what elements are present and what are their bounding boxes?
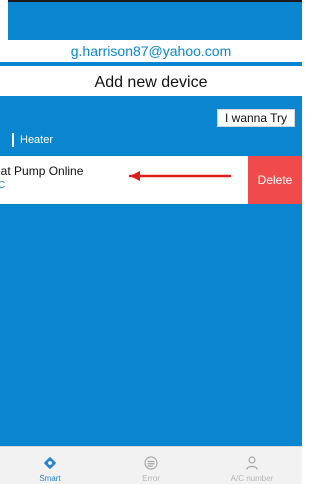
- device-title: eat Pump Online: [0, 164, 84, 178]
- add-device-label[interactable]: Add new device: [0, 73, 302, 93]
- tab-error[interactable]: Error: [101, 447, 201, 484]
- left-arrow-icon: [128, 171, 232, 181]
- bottom-navigation: Smart Error A/C number: [0, 446, 302, 484]
- delete-button[interactable]: Delete: [248, 156, 302, 204]
- top-bar: [0, 0, 302, 40]
- tab-error-label: Error: [142, 474, 160, 483]
- device-list-screen: g.harrison87@yahoo.com Add new device I …: [0, 0, 302, 484]
- group-label: Heater: [20, 134, 54, 146]
- group-indicator: [12, 133, 14, 147]
- smart-icon: [44, 457, 56, 469]
- email-address: g.harrison87@yahoo.com: [70, 43, 232, 59]
- error-icon: [144, 456, 158, 470]
- device-subtitle: °C: [0, 180, 6, 191]
- tab-account[interactable]: A/C number: [202, 447, 302, 484]
- tab-smart-label: Smart: [39, 474, 61, 483]
- tab-account-label: A/C number: [230, 474, 274, 483]
- top-left-marker: [0, 0, 8, 40]
- group-header: Heater: [12, 132, 53, 148]
- account-icon: [246, 456, 258, 470]
- tab-smart[interactable]: Smart: [0, 447, 100, 484]
- top-border: [0, 0, 302, 2]
- try-button[interactable]: I wanna Try: [217, 109, 295, 127]
